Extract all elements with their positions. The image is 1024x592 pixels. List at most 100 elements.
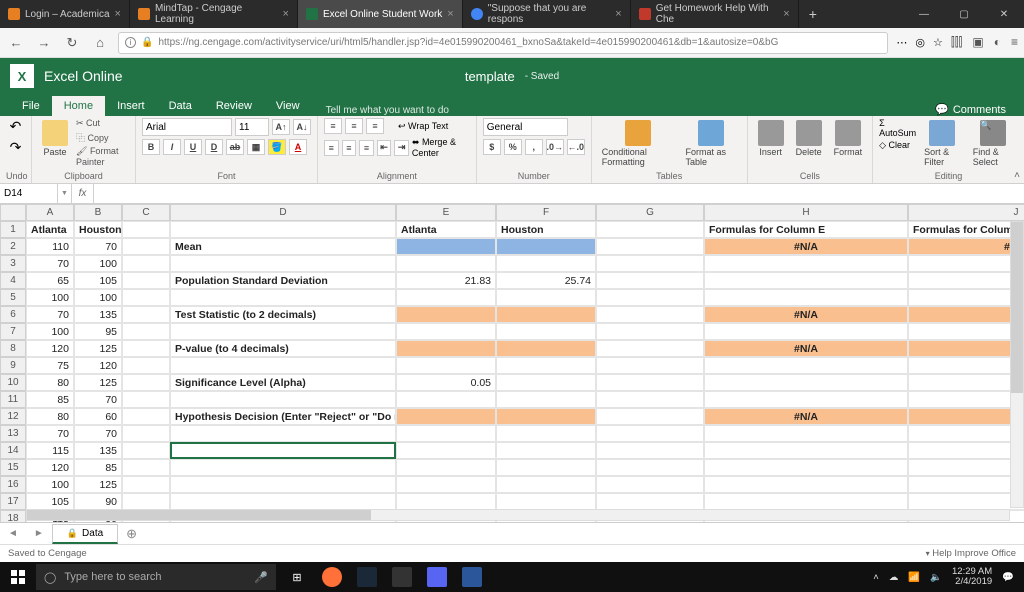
- start-button[interactable]: [0, 562, 36, 592]
- fx-icon[interactable]: fx: [72, 184, 94, 203]
- cell[interactable]: #N/A: [908, 238, 1024, 255]
- cell[interactable]: [596, 459, 704, 476]
- font-size-selector[interactable]: [235, 118, 269, 136]
- cell[interactable]: [704, 272, 908, 289]
- row-header[interactable]: 5: [0, 289, 26, 306]
- close-icon[interactable]: ×: [783, 8, 789, 20]
- cell[interactable]: [704, 357, 908, 374]
- cell[interactable]: 70: [26, 306, 74, 323]
- cell[interactable]: 95: [74, 323, 122, 340]
- cell[interactable]: [170, 425, 396, 442]
- cell[interactable]: [122, 289, 170, 306]
- cell[interactable]: 85: [74, 459, 122, 476]
- copy-button[interactable]: ⿻ Copy: [76, 131, 129, 144]
- column-header[interactable]: A: [26, 204, 74, 221]
- number-format-selector[interactable]: [483, 118, 568, 136]
- cell[interactable]: [396, 238, 496, 255]
- row-header[interactable]: 17: [0, 493, 26, 510]
- insert-cells-button[interactable]: Insert: [754, 118, 788, 159]
- reload-button[interactable]: ↻: [62, 33, 82, 53]
- cell[interactable]: [908, 459, 1024, 476]
- column-header[interactable]: B: [74, 204, 122, 221]
- onedrive-icon[interactable]: ☁: [889, 572, 899, 583]
- cell[interactable]: [122, 323, 170, 340]
- cell[interactable]: [396, 306, 496, 323]
- cell[interactable]: [496, 306, 596, 323]
- cell[interactable]: Houston: [74, 221, 122, 238]
- cell[interactable]: [170, 255, 396, 272]
- row-header[interactable]: 15: [0, 459, 26, 476]
- cell[interactable]: 115: [26, 442, 74, 459]
- cell[interactable]: [170, 459, 396, 476]
- row-header[interactable]: 8: [0, 340, 26, 357]
- sort-filter-button[interactable]: Sort & Filter: [920, 118, 965, 169]
- cell[interactable]: [496, 459, 596, 476]
- horizontal-scrollbar[interactable]: [26, 508, 1010, 522]
- cell[interactable]: Hypothesis Decision (Enter "Reject" or "…: [170, 408, 396, 425]
- italic-button[interactable]: I: [163, 139, 181, 155]
- cell[interactable]: [596, 357, 704, 374]
- volume-icon[interactable]: 🔈: [930, 572, 942, 583]
- row-header[interactable]: 13: [0, 425, 26, 442]
- cell[interactable]: 125: [74, 340, 122, 357]
- format-as-table-button[interactable]: Format as Table: [682, 118, 741, 169]
- cell[interactable]: 125: [74, 374, 122, 391]
- minimize-button[interactable]: —: [904, 0, 944, 28]
- align-center-button[interactable]: ≡: [342, 140, 357, 156]
- tab-home[interactable]: Home: [52, 96, 105, 116]
- row-header[interactable]: 3: [0, 255, 26, 272]
- spreadsheet-grid[interactable]: ABCDEFGHJK1AtlantaHoustonAtlantaHoustonF…: [0, 204, 1024, 522]
- word-icon[interactable]: [455, 562, 489, 592]
- add-sheet-button[interactable]: ⊕: [118, 526, 145, 542]
- cell[interactable]: [908, 408, 1024, 425]
- cell[interactable]: [122, 221, 170, 238]
- cell[interactable]: [908, 374, 1024, 391]
- grow-font-button[interactable]: A↑: [272, 119, 290, 135]
- cell[interactable]: [122, 238, 170, 255]
- account-icon[interactable]: ◐: [994, 35, 1001, 50]
- tab-insert[interactable]: Insert: [105, 96, 157, 116]
- border-button[interactable]: ▦: [247, 139, 265, 155]
- cell[interactable]: [704, 391, 908, 408]
- doc-name[interactable]: template: [465, 69, 515, 84]
- cell[interactable]: [704, 476, 908, 493]
- home-button[interactable]: ⌂: [90, 33, 110, 53]
- cell[interactable]: [596, 391, 704, 408]
- row-header[interactable]: 1: [0, 221, 26, 238]
- tab-mindtap[interactable]: MindTap - Cengage Learning×: [130, 0, 298, 28]
- cell[interactable]: [908, 255, 1024, 272]
- sheet-tab-data[interactable]: 🔒Data: [52, 524, 118, 544]
- cell[interactable]: [908, 425, 1024, 442]
- cell[interactable]: [704, 374, 908, 391]
- align-mid-button[interactable]: ≡: [345, 118, 363, 134]
- cell[interactable]: [496, 408, 596, 425]
- tab-data[interactable]: Data: [157, 96, 204, 116]
- cell[interactable]: [396, 425, 496, 442]
- cell[interactable]: [496, 323, 596, 340]
- bookmark-icon[interactable]: ☆: [933, 36, 943, 49]
- tab-academica[interactable]: Login – Academica×: [0, 0, 130, 28]
- close-icon[interactable]: ×: [447, 8, 453, 20]
- font-selector[interactable]: [142, 118, 232, 136]
- cell[interactable]: [122, 459, 170, 476]
- task-view-button[interactable]: ⊞: [280, 562, 314, 592]
- column-header[interactable]: G: [596, 204, 704, 221]
- cell[interactable]: 135: [74, 442, 122, 459]
- clock[interactable]: 12:29 AM2/4/2019: [952, 567, 992, 588]
- cell[interactable]: [704, 459, 908, 476]
- tell-me-input[interactable]: Tell me what you want to do: [326, 105, 449, 116]
- percent-button[interactable]: %: [504, 139, 522, 155]
- cell[interactable]: #N/A: [704, 340, 908, 357]
- close-icon[interactable]: ×: [615, 8, 621, 20]
- cell[interactable]: 125: [74, 476, 122, 493]
- name-box-dropdown[interactable]: ▼: [58, 184, 72, 203]
- cell[interactable]: [396, 459, 496, 476]
- row-header[interactable]: 10: [0, 374, 26, 391]
- delete-cells-button[interactable]: Delete: [792, 118, 826, 159]
- collapse-ribbon-button[interactable]: ˄: [1014, 170, 1020, 181]
- info-icon[interactable]: i: [125, 37, 136, 48]
- align-left-button[interactable]: ≡: [324, 140, 339, 156]
- wrap-text-button[interactable]: ↩ Wrap Text: [398, 121, 448, 132]
- cell[interactable]: #N/A: [704, 306, 908, 323]
- cell[interactable]: [170, 221, 396, 238]
